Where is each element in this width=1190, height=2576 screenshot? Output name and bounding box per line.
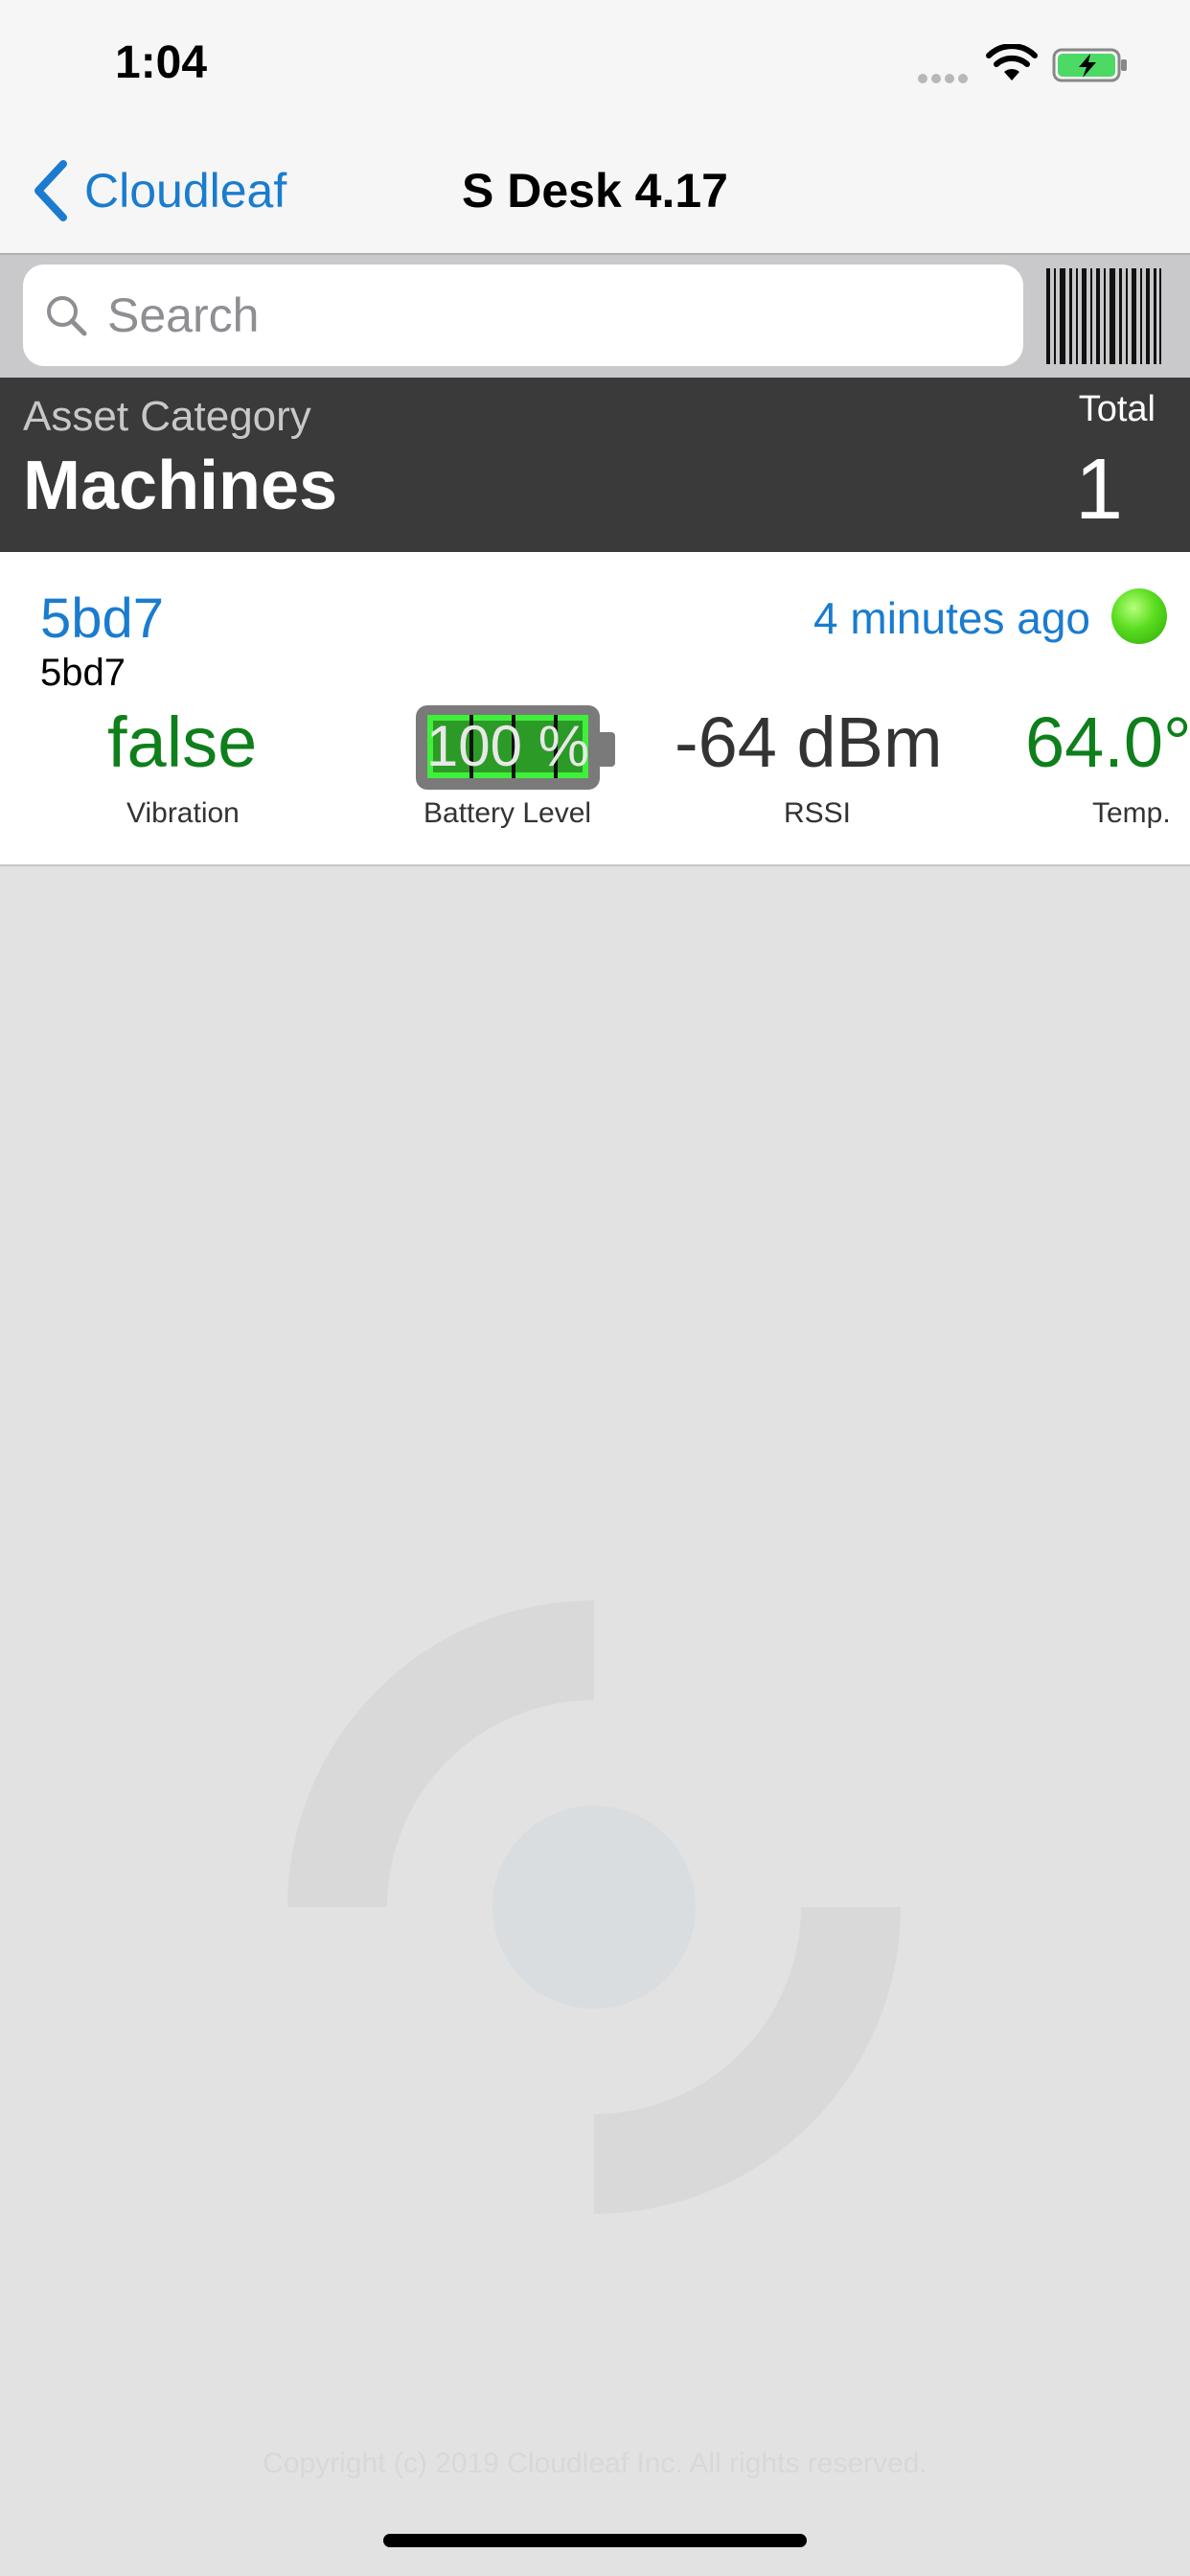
temperature-value: 64.0° (1025, 702, 1190, 782)
copyright-text: Copyright (c) 2019 Cloudleaf Inc. All ri… (263, 2448, 927, 2479)
search-input[interactable] (105, 287, 972, 344)
barcode-scan-icon[interactable] (1044, 268, 1163, 364)
cloudleaf-logo-watermark-icon (287, 1600, 901, 2214)
asset-sub-id: 5bd7 (40, 652, 126, 694)
temperature-label: Temp. (1092, 797, 1171, 829)
battery-charging-icon (1052, 48, 1127, 82)
last-seen-time: 4 minutes ago (813, 593, 1090, 643)
vibration-label: Vibration (126, 797, 240, 829)
battery-value: 100 % (425, 714, 590, 778)
search-bar (0, 255, 1190, 378)
page-title: S Desk 4.17 (462, 164, 728, 218)
vibration-value: false (107, 702, 258, 782)
status-bar: 1:04 (0, 0, 1190, 134)
battery-label: Battery Level (423, 797, 592, 829)
status-indicator-icon (1111, 588, 1167, 644)
asset-id: 5bd7 (40, 587, 165, 650)
total-value: 1 (1074, 442, 1123, 538)
wifi-icon (986, 44, 1038, 80)
category-name: Machines (23, 448, 338, 524)
battery-level-icon: 100 % (416, 702, 617, 794)
rssi-value: -64 dBm (675, 702, 943, 782)
asset-list-item[interactable]: 5bd7 5bd7 4 minutes ago false Vibration … (0, 552, 1190, 866)
category-header: Asset Category Machines Total 1 (0, 378, 1190, 552)
search-box[interactable] (23, 264, 1023, 366)
home-indicator[interactable] (383, 2534, 807, 2547)
category-label: Asset Category (23, 393, 311, 440)
total-label: Total (1078, 389, 1156, 429)
status-time: 1:04 (115, 37, 208, 88)
navigation-bar: Cloudleaf S Desk 4.17 (0, 134, 1190, 255)
cellular-signal-icon (918, 71, 975, 83)
search-icon (47, 296, 87, 336)
rssi-label: RSSI (784, 797, 852, 829)
